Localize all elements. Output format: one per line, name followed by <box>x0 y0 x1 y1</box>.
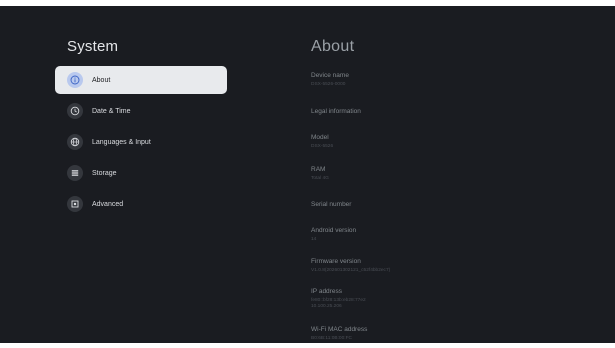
about-panel: About Device name DSX-5526-0000 Legal in… <box>311 0 611 348</box>
android-version-entry[interactable]: Android version 14 <box>311 227 356 243</box>
entry-value-secondary: 10.100.25.206 <box>311 304 342 309</box>
clock-icon <box>67 103 83 119</box>
legal-information-entry[interactable]: Legal information <box>311 108 361 116</box>
entry-value: 14 <box>311 237 317 242</box>
system-menu-panel: System About Date & Time Languages & Inp… <box>55 0 235 348</box>
menu-item-label: Storage <box>92 169 117 177</box>
storage-icon <box>67 165 83 181</box>
menu-item-label: Date & Time <box>92 107 131 115</box>
system-menu: About Date & Time Languages & Input Stor… <box>55 66 227 221</box>
menu-item-languages-input[interactable]: Languages & Input <box>55 128 227 156</box>
settings-screen: System About Date & Time Languages & Inp… <box>0 0 615 348</box>
menu-item-label: About <box>92 76 111 84</box>
entry-value: DSX-5526 <box>311 144 334 149</box>
wifi-mac-address-entry[interactable]: Wi-Fi MAC address B0:6B:11:0B:00:FC <box>311 326 367 342</box>
entry-label: Android version <box>311 227 357 234</box>
info-icon <box>67 72 83 88</box>
menu-item-date-time[interactable]: Date & Time <box>55 97 227 125</box>
ip-address-entry[interactable]: IP address fe80::bf28:13b:eb28:77e2 10.1… <box>311 288 366 310</box>
entry-label: Firmware version <box>311 258 361 265</box>
entry-label: Serial number <box>311 201 352 208</box>
entry-label: Device name <box>311 72 349 79</box>
entry-value: V1.0.8(202601302121_c52f4bb2ec7) <box>311 268 391 273</box>
model-entry[interactable]: Model DSX-5526 <box>311 134 333 150</box>
firmware-version-entry[interactable]: Firmware version V1.0.8(202601302121_c52… <box>311 258 390 274</box>
about-title: About <box>311 38 355 55</box>
entry-label: Wi-Fi MAC address <box>311 326 368 333</box>
bottom-border <box>0 343 615 348</box>
entry-label: IP address <box>311 288 342 295</box>
serial-number-entry[interactable]: Serial number <box>311 201 351 209</box>
entry-label: Legal information <box>311 108 361 115</box>
menu-item-about[interactable]: About <box>55 66 227 94</box>
device-name-entry[interactable]: Device name DSX-5526-0000 <box>311 72 349 88</box>
globe-icon <box>67 134 83 150</box>
menu-item-advanced[interactable]: Advanced <box>55 190 227 218</box>
menu-item-label: Languages & Input <box>92 138 151 146</box>
entry-label: Model <box>311 134 329 141</box>
entry-value: Total 4G <box>311 176 329 181</box>
ram-entry[interactable]: RAM Total 4G <box>311 166 329 182</box>
advanced-icon <box>67 196 83 212</box>
page-title: System <box>67 38 119 55</box>
menu-item-storage[interactable]: Storage <box>55 159 227 187</box>
entry-label: RAM <box>311 166 326 173</box>
menu-item-label: Advanced <box>92 200 124 208</box>
entry-value: B0:6B:11:0B:00:FC <box>311 336 352 341</box>
entry-value: DSX-5526-0000 <box>311 82 346 87</box>
